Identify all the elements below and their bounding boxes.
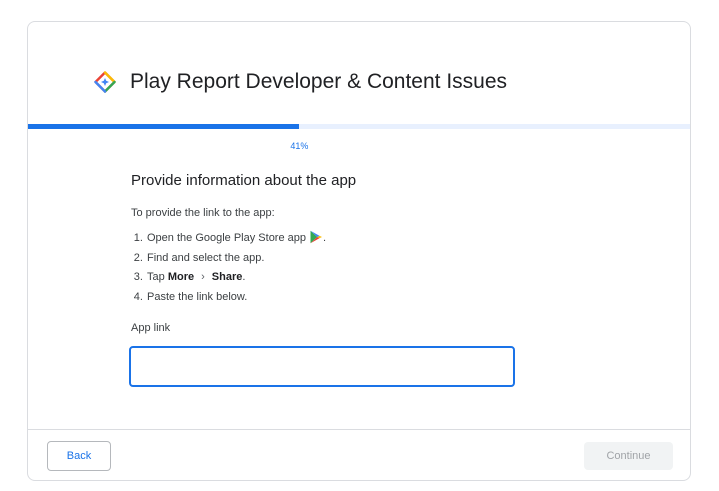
- instruction-steps: Open the Google Play Store app . Find an…: [131, 229, 551, 307]
- progress-bar-fill: [28, 124, 300, 129]
- list-item: Open the Google Play Store app .: [146, 229, 551, 249]
- share-label: Share: [211, 271, 243, 283]
- form-content: Provide information about the app To pro…: [131, 172, 551, 334]
- progress-percent-label: 41%: [290, 141, 309, 151]
- chevron-right-icon: ›: [201, 271, 205, 283]
- step-text: Find and select the app.: [147, 251, 265, 264]
- back-button[interactable]: Back: [47, 441, 111, 471]
- step-suffix: .: [242, 271, 246, 283]
- app-link-input[interactable]: [129, 346, 515, 387]
- report-form-card: Play Report Developer & Content Issues 4…: [27, 21, 691, 481]
- list-item: Find and select the app.: [146, 249, 551, 269]
- progress-bar: [28, 124, 690, 129]
- google-diamond-logo-icon: [94, 71, 116, 93]
- instructions-intro: To provide the link to the app:: [131, 207, 275, 219]
- list-item: Paste the link below.: [146, 288, 551, 308]
- step-text: Open the Google Play Store app: [147, 232, 306, 244]
- footer-divider: [28, 429, 690, 430]
- list-item: Tap More › Share.: [146, 268, 551, 288]
- app-link-label: App link: [131, 322, 171, 334]
- more-label: More: [167, 271, 195, 283]
- google-play-icon: [310, 230, 322, 244]
- page-title: Play Report Developer & Content Issues: [130, 70, 508, 93]
- page-header: Play Report Developer & Content Issues: [94, 70, 507, 94]
- step-prefix: Tap: [147, 271, 165, 283]
- continue-button[interactable]: Continue: [584, 442, 673, 470]
- step-text: Paste the link below.: [147, 290, 248, 303]
- section-heading: Provide information about the app: [131, 172, 357, 189]
- step-suffix: .: [323, 232, 327, 244]
